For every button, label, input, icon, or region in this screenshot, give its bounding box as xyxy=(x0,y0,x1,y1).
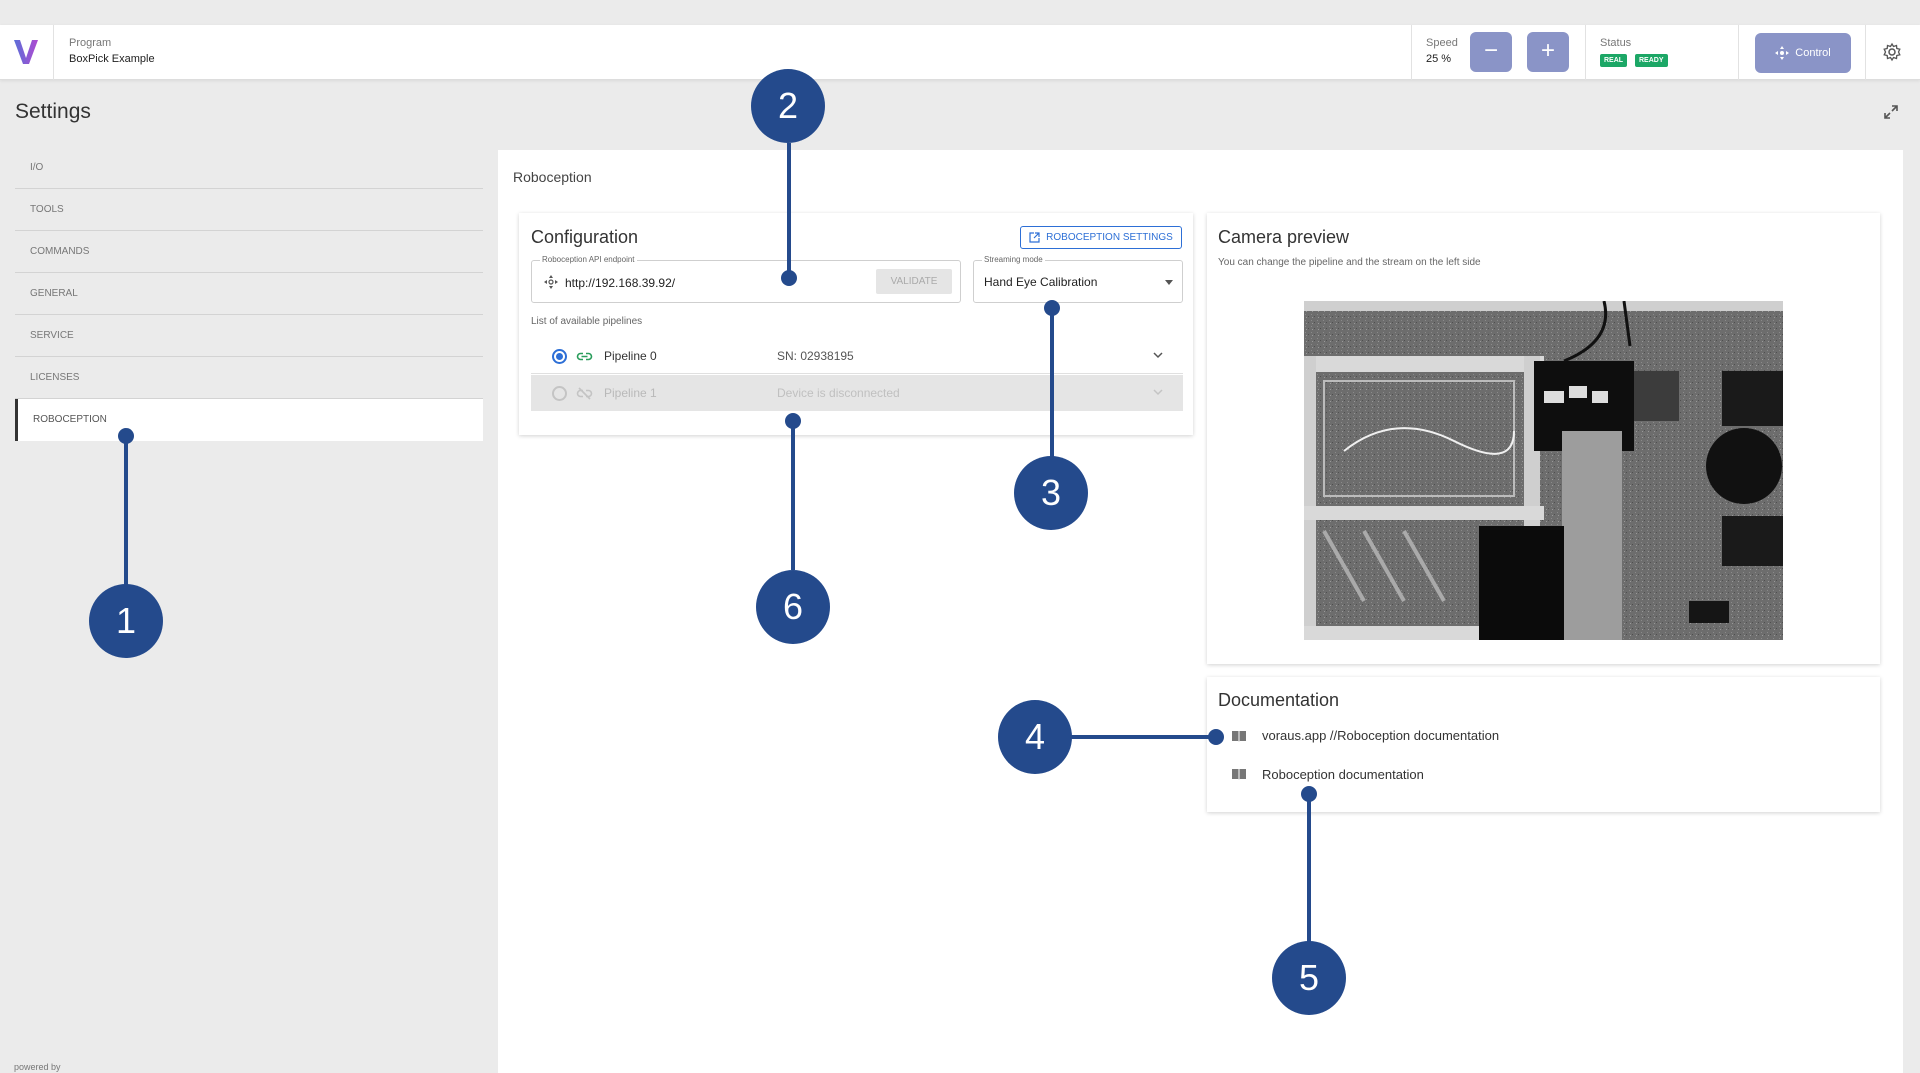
move-icon xyxy=(1775,46,1790,60)
streaming-mode-label: Streaming mode xyxy=(982,255,1045,264)
chevron-down-icon[interactable] xyxy=(1151,385,1165,399)
sidebar-item-service[interactable]: SERVICE xyxy=(15,315,483,357)
voraus-logo xyxy=(14,40,38,64)
validate-button[interactable]: VALIDATE xyxy=(876,269,952,294)
top-bar: Program BoxPick Example Speed 25 % Statu… xyxy=(0,25,1920,80)
callout-1-line xyxy=(124,435,128,585)
callout-5-line xyxy=(1307,793,1311,943)
pipeline-1-info: Device is disconnected xyxy=(777,386,900,400)
callout-2: 2 xyxy=(751,69,825,143)
fullscreen-icon[interactable] xyxy=(1883,104,1899,120)
callout-6-pin xyxy=(785,413,801,429)
speed-decrease-button[interactable]: − xyxy=(1470,32,1512,72)
roboception-settings-label: ROBOCEPTION SETTINGS xyxy=(1046,232,1173,243)
configuration-title: Configuration xyxy=(531,227,639,247)
link-icon xyxy=(576,352,593,361)
callout-3-pin xyxy=(1044,300,1060,316)
pipeline-row-1[interactable]: Pipeline 1 Device is disconnected xyxy=(531,375,1183,411)
callout-4-line xyxy=(1068,735,1218,739)
control-label: Control xyxy=(1795,47,1831,59)
speed-increase-button[interactable]: + xyxy=(1527,32,1569,72)
pipeline-0-radio[interactable] xyxy=(552,349,567,364)
doc-link-voraus[interactable]: voraus.app //Roboception documentation xyxy=(1262,728,1499,743)
open-external-icon xyxy=(1029,232,1040,243)
sidebar-item-licenses[interactable]: LICENSES xyxy=(15,357,483,399)
callout-6: 6 xyxy=(756,570,830,644)
callout-2-line xyxy=(787,143,791,278)
pipelines-label: List of available pipelines xyxy=(531,316,643,327)
callout-6-line xyxy=(791,420,795,570)
pipeline-1-radio[interactable] xyxy=(552,386,567,401)
control-button[interactable]: Control xyxy=(1755,33,1851,73)
speed-value: 25 % xyxy=(1426,53,1452,65)
endpoint-input[interactable]: http://192.168.39.92/ xyxy=(565,276,675,290)
callout-3-line xyxy=(1050,307,1054,457)
callout-5-pin xyxy=(1301,786,1317,802)
camera-preview-image xyxy=(1304,301,1783,640)
pipeline-0-name: Pipeline 0 xyxy=(604,349,657,363)
streaming-mode-value: Hand Eye Calibration xyxy=(984,275,1098,289)
status-label: Status xyxy=(1600,37,1632,49)
callout-1: 1 xyxy=(89,584,163,658)
pipeline-0-info: SN: 02938195 xyxy=(777,349,854,363)
roboception-settings-button[interactable]: ROBOCEPTION SETTINGS xyxy=(1020,226,1182,249)
program-label: Program xyxy=(69,37,112,49)
status-badge-ready: READY xyxy=(1635,54,1668,67)
streaming-mode-select[interactable]: Streaming mode Hand Eye Calibration xyxy=(973,255,1183,303)
callout-1-pin xyxy=(118,428,134,444)
doc-link-roboception[interactable]: Roboception documentation xyxy=(1262,767,1424,782)
page-title: Settings xyxy=(15,100,91,123)
camera-preview-title: Camera preview xyxy=(1218,227,1350,247)
sidebar-item-tools[interactable]: TOOLS xyxy=(15,189,483,231)
chevron-down-icon[interactable] xyxy=(1151,348,1165,362)
move-icon xyxy=(544,275,558,289)
callout-4: 4 xyxy=(998,700,1072,774)
documentation-title: Documentation xyxy=(1218,690,1340,710)
callout-5: 5 xyxy=(1272,941,1346,1015)
sidebar-item-roboception[interactable]: ROBOCEPTION xyxy=(15,399,483,441)
callout-2-pin xyxy=(781,270,797,286)
camera-preview-subtitle: You can change the pipeline and the stre… xyxy=(1218,257,1481,268)
app-frame: Program BoxPick Example Speed 25 % Statu… xyxy=(0,0,1920,1073)
sidebar-item-general[interactable]: GENERAL xyxy=(15,273,483,315)
powered-by-text: powered by xyxy=(14,1062,61,1072)
gear-icon[interactable] xyxy=(1882,42,1902,62)
book-icon xyxy=(1232,769,1246,780)
program-name: BoxPick Example xyxy=(69,53,155,65)
endpoint-field[interactable]: Roboception API endpoint http://192.168.… xyxy=(531,255,961,303)
sidebar-item-io[interactable]: I/O xyxy=(15,147,483,189)
callout-4-pin xyxy=(1208,729,1224,745)
endpoint-label: Roboception API endpoint xyxy=(540,255,637,264)
callout-3: 3 xyxy=(1014,456,1088,530)
sidebar-item-commands[interactable]: COMMANDS xyxy=(15,231,483,273)
speed-label: Speed xyxy=(1426,37,1458,49)
panel-title: Roboception xyxy=(513,169,592,185)
caret-down-icon xyxy=(1165,280,1173,285)
pipeline-1-name: Pipeline 1 xyxy=(604,386,657,400)
status-badge-real: REAL xyxy=(1600,54,1628,67)
link-off-icon xyxy=(576,387,593,400)
book-icon xyxy=(1232,731,1246,742)
pipeline-row-0[interactable]: Pipeline 0 SN: 02938195 xyxy=(531,338,1183,374)
